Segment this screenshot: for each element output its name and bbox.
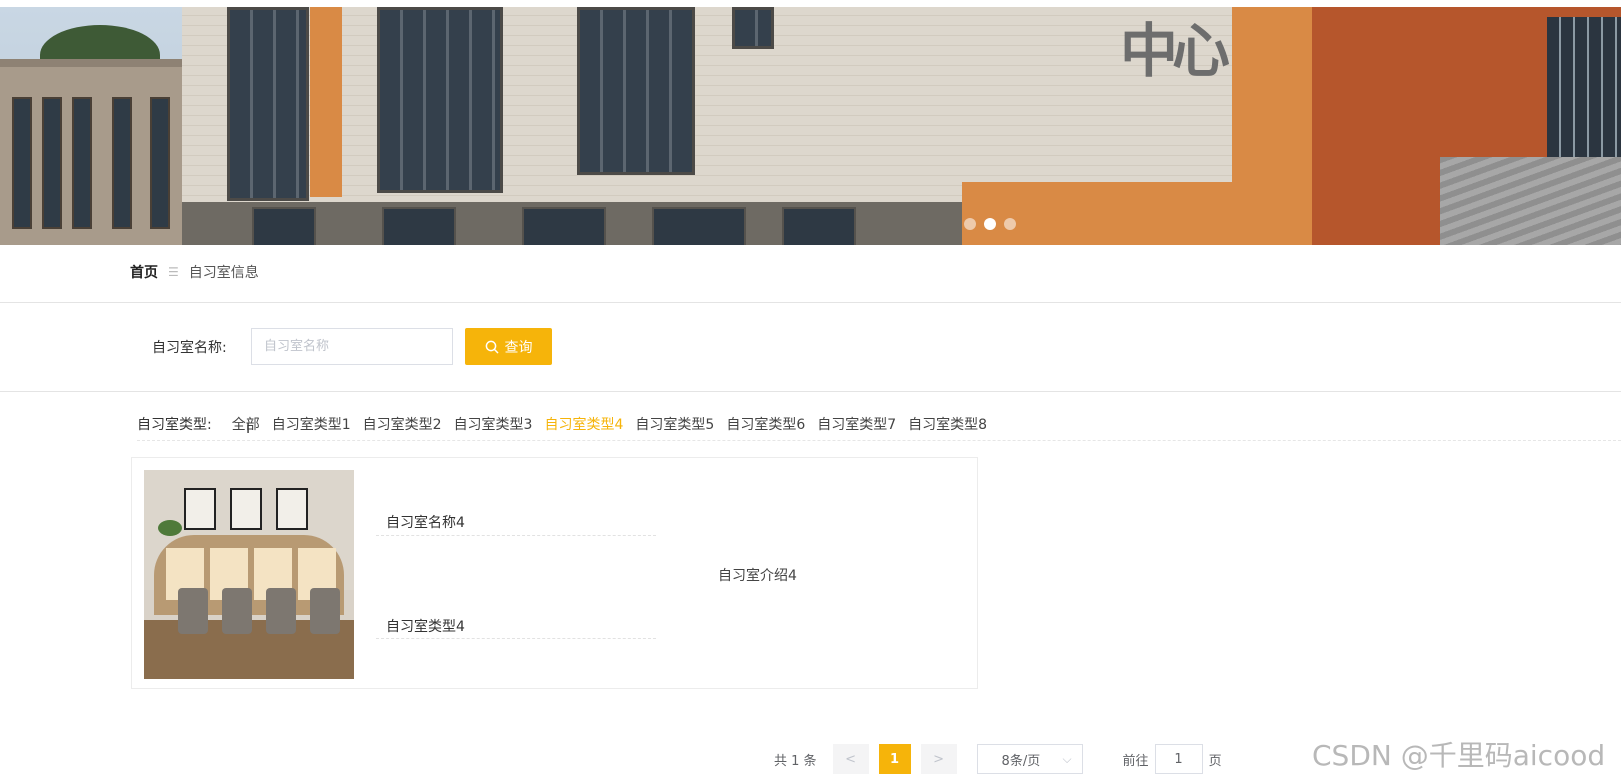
page-number-1[interactable]: 1 [878, 744, 911, 774]
type-filter: 自习室类型: 全部 自习室类型1 自习室类型2 自习室类型3 自习室类型4 自习… [137, 414, 999, 434]
type-filter-type7[interactable]: 自习室类型7 [817, 414, 896, 434]
breadcrumb: 首页 ☰ 自习室信息 [130, 262, 259, 282]
type-filter-type8[interactable]: 自习室类型8 [908, 414, 987, 434]
goto-unit: 页 [1208, 753, 1222, 769]
study-room-card[interactable]: 自习室名称4 自习室介绍4 自习室类型4 [131, 457, 978, 689]
breadcrumb-separator-icon: ☰ [168, 265, 179, 279]
study-room-photo[interactable] [144, 470, 354, 679]
page-size-select[interactable]: 8条/页 ⌵ [976, 744, 1083, 774]
divider [0, 302, 1621, 303]
search-label: 自习室名称: [152, 340, 227, 356]
study-room-name: 自习室名称4 [386, 515, 465, 531]
carousel-dot-2[interactable] [984, 218, 996, 230]
divider [137, 440, 1621, 441]
carousel-dot-1[interactable] [964, 218, 976, 230]
type-filter-type1[interactable]: 自习室类型1 [272, 414, 351, 434]
type-filter-type3[interactable]: 自习室类型3 [454, 414, 533, 434]
type-filter-label: 自习室类型: [137, 417, 212, 433]
building-left-wing [0, 67, 185, 245]
search-icon [485, 340, 498, 353]
breadcrumb-home-link[interactable]: 首页 [130, 262, 158, 282]
watermark: CSDN @千里码aicood [1312, 739, 1606, 772]
carousel-indicators [964, 218, 1016, 230]
search-button[interactable]: 查询 [465, 328, 552, 365]
goto-page-input[interactable] [1154, 744, 1203, 774]
study-room-intro: 自习室介绍4 [718, 568, 797, 584]
type-filter-type2[interactable]: 自习室类型2 [363, 414, 442, 434]
search-input[interactable] [251, 328, 453, 365]
study-room-type: 自习室类型4 [386, 619, 465, 635]
type-filter-type5[interactable]: 自习室类型5 [635, 414, 714, 434]
goto-label: 前往 [1122, 753, 1149, 769]
chevron-down-icon: ⌵ [1062, 751, 1072, 766]
hero-banner: 中心 [0, 7, 1621, 245]
divider [0, 391, 1621, 392]
divider [376, 535, 656, 536]
divider [376, 638, 656, 639]
pagination-total: 共 1 条 [774, 753, 817, 769]
building-main-facade [182, 7, 1232, 245]
building-stairs [1440, 157, 1621, 245]
text-cursor-icon: I [246, 421, 251, 437]
carousel-dot-3[interactable] [1004, 218, 1016, 230]
type-filter-type6[interactable]: 自习室类型6 [726, 414, 805, 434]
pagination: 共 1 条 < 1 > 8条/页 ⌵ 前往 页 [774, 744, 1222, 774]
search-button-label: 查询 [504, 339, 533, 356]
next-page-button[interactable]: > [920, 744, 957, 774]
page-size-value: 8条/页 [1001, 753, 1041, 769]
type-filter-type4[interactable]: 自习室类型4 [544, 414, 623, 434]
building-sign: 中心 [1120, 17, 1230, 85]
breadcrumb-current: 自习室信息 [188, 265, 259, 281]
prev-page-button[interactable]: < [832, 744, 869, 774]
